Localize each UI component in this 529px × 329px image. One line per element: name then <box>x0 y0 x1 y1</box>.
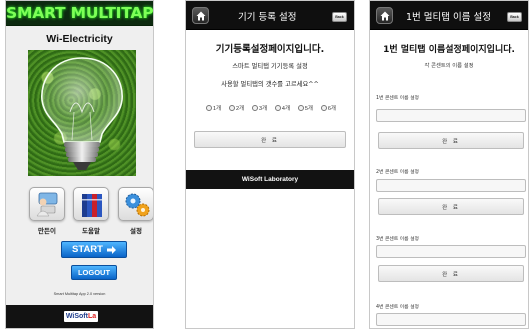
settings-label: 설정 <box>130 228 142 235</box>
count-option-1[interactable]: 1개 <box>206 101 221 115</box>
lightbulb-image <box>28 50 136 176</box>
home-button[interactable] <box>376 7 393 24</box>
count-option-2[interactable]: 2개 <box>228 101 244 115</box>
header-bar: 1번 멀티탭 이름 설정 Back <box>370 1 528 30</box>
app-logo-banner: SMART MULTITAP <box>6 1 153 26</box>
outlet-4-label: 4번 콘센트 이름 설정 <box>376 305 419 310</box>
version-text: Smart Multitap App 2.0 version <box>53 292 106 296</box>
outlet-2-label: 2번 콘센트 이름 설정 <box>376 170 419 175</box>
back-button[interactable]: Back <box>507 12 522 22</box>
outlet-names-screen: 1번 멀티탭 이름 설정 Back 1번 멀티탭 이름설정페이지입니다. 각 콘… <box>369 0 529 329</box>
page-heading: 기기등록설정페이지입니다. <box>215 44 325 55</box>
count-option-4[interactable]: 4개 <box>274 101 290 115</box>
outlet-1-name-input[interactable] <box>376 109 526 122</box>
outlet-2-name-input[interactable] <box>376 179 526 192</box>
outlet-1-label: 1번 콘센트 이름 설정 <box>376 96 419 101</box>
count-radio-group: 1개 2개 3개 4개 5개 6개 <box>206 101 336 115</box>
help-label: 도움말 <box>82 228 100 235</box>
app-title: SMART MULTITAP <box>6 4 154 22</box>
app-subtitle: Wi-Electricity <box>46 33 113 45</box>
radio-icon <box>297 105 304 111</box>
logout-button[interactable]: LOGOUT <box>71 265 117 280</box>
outlet-3-label: 3번 콘센트 이름 설정 <box>376 237 419 242</box>
outlet-4-name-input[interactable] <box>376 313 526 326</box>
home-screen: SMART MULTITAP Wi-Electricity 만든이 도움말 설정… <box>5 0 154 329</box>
books-icon <box>82 194 102 217</box>
help-button[interactable] <box>73 187 109 221</box>
description-line-1: 스마트 멀티탭 기기등록 설정 <box>232 63 308 70</box>
home-icon <box>380 11 390 21</box>
start-button[interactable]: START <box>61 241 127 258</box>
creators-label: 만든이 <box>38 228 56 235</box>
person-icon <box>36 192 58 217</box>
arrow-right-icon <box>106 245 116 254</box>
back-button[interactable]: Back <box>332 12 347 22</box>
confirm-button[interactable]: 완 료 <box>194 131 346 148</box>
footer-bar: WiSoft Laboratory <box>186 170 354 189</box>
radio-icon <box>206 105 212 111</box>
radio-icon <box>274 105 281 111</box>
page-heading: 1번 멀티탭 이름설정페이지입니다. <box>383 45 515 55</box>
start-label: START <box>72 244 103 255</box>
header-bar: 기기 등록 설정 Back <box>186 1 354 30</box>
outlet-3-confirm-button[interactable]: 완 료 <box>378 265 524 282</box>
count-option-6[interactable]: 6개 <box>320 101 336 115</box>
outlet-2-confirm-button[interactable]: 완 료 <box>378 198 524 215</box>
device-register-screen: 기기 등록 설정 Back 기기등록설정페이지입니다. 스마트 멀티탭 기기등록… <box>185 0 355 329</box>
home-footer: WiSoftLa <box>6 305 153 328</box>
page-title: 1번 멀티탭 이름 설정 <box>406 12 492 23</box>
radio-icon <box>251 105 258 111</box>
wisoft-logo: WiSoftLa <box>64 311 98 322</box>
page-title: 기기 등록 설정 <box>238 12 297 23</box>
description-line-2: 사용할 멀티탭의 갯수를 고르세요^^ <box>221 81 319 88</box>
creators-button[interactable] <box>29 187 65 221</box>
outlet-1-confirm-button[interactable]: 완 료 <box>378 132 524 149</box>
count-option-5[interactable]: 5개 <box>297 101 313 115</box>
outlet-3-name-input[interactable] <box>376 245 526 258</box>
gears-icon <box>125 193 150 217</box>
settings-button[interactable] <box>118 187 153 221</box>
home-button[interactable] <box>192 7 209 24</box>
count-option-3[interactable]: 3개 <box>251 101 267 115</box>
radio-icon <box>320 105 327 111</box>
radio-icon <box>228 105 235 111</box>
home-icon <box>196 11 206 21</box>
page-subheading: 각 콘센트의 이름 설정 <box>424 63 474 69</box>
